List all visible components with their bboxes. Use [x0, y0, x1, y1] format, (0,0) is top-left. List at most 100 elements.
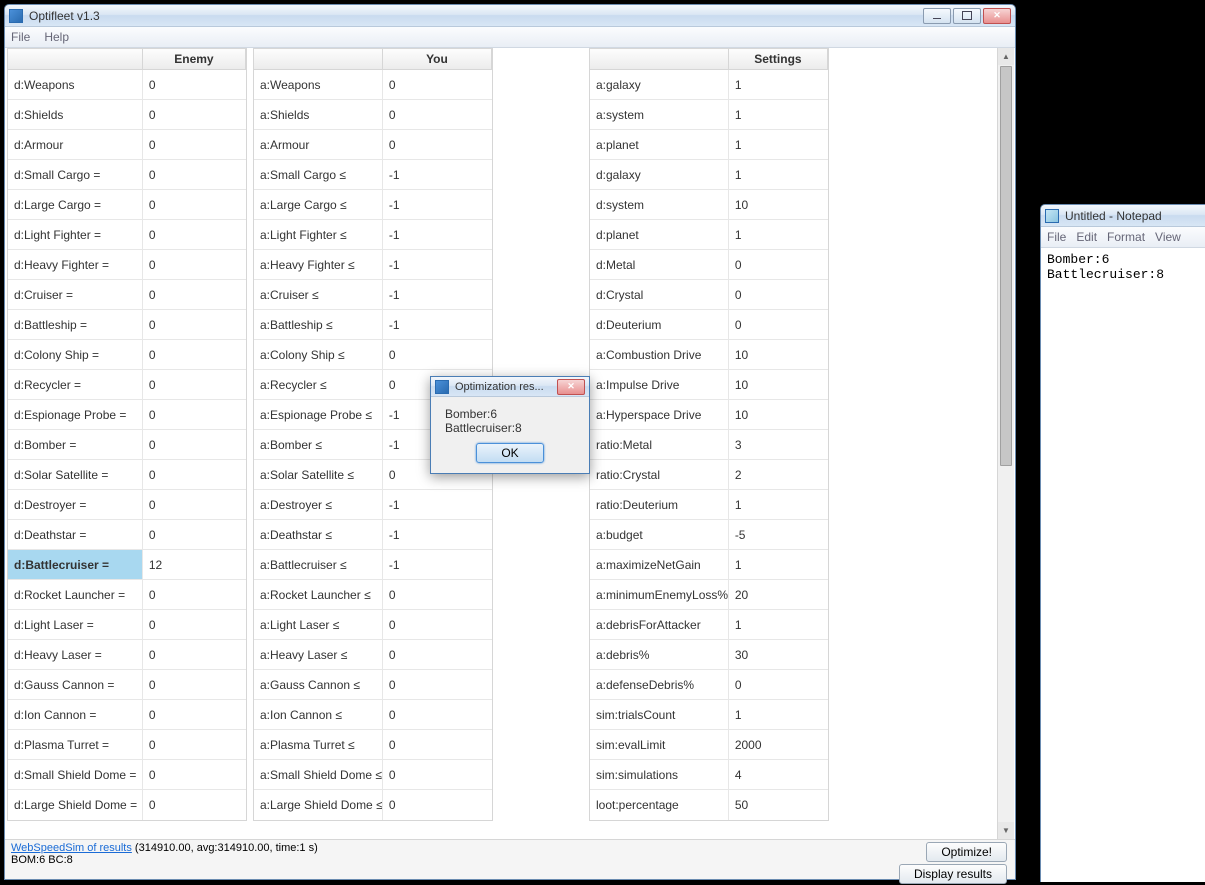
table-row[interactable]: d:Bomber =0	[8, 430, 246, 460]
table-row[interactable]: d:Heavy Fighter =0	[8, 250, 246, 280]
cell-value[interactable]: 0	[729, 280, 828, 309]
cell-value[interactable]: 0	[143, 310, 246, 339]
cell-key[interactable]: a:Large Cargo ≤	[254, 190, 383, 219]
cell-value[interactable]: 0	[143, 220, 246, 249]
scroll-down-arrow[interactable]: ▼	[998, 822, 1014, 839]
cell-value[interactable]: 0	[143, 790, 246, 820]
cell-value[interactable]: 0	[143, 370, 246, 399]
notepad-menu-format[interactable]: Format	[1107, 230, 1145, 244]
cell-value[interactable]: 0	[383, 580, 492, 609]
cell-value[interactable]: 0	[143, 520, 246, 549]
cell-key[interactable]: loot:percentage	[590, 790, 729, 820]
maximize-button[interactable]	[953, 8, 981, 24]
table-row[interactable]: d:Light Fighter =0	[8, 220, 246, 250]
cell-key[interactable]: a:Hyperspace Drive	[590, 400, 729, 429]
cell-value[interactable]: 0	[143, 610, 246, 639]
table-row[interactable]: d:Espionage Probe =0	[8, 400, 246, 430]
cell-value[interactable]: 0	[383, 730, 492, 759]
minimize-button[interactable]	[923, 8, 951, 24]
optimize-button[interactable]: Optimize!	[926, 842, 1007, 862]
cell-key[interactable]: a:Battlecruiser ≤	[254, 550, 383, 579]
display-results-button[interactable]: Display results	[899, 864, 1007, 884]
table-row[interactable]: d:Large Cargo =0	[8, 190, 246, 220]
cell-value[interactable]: 10	[729, 400, 828, 429]
cell-key[interactable]: a:Espionage Probe ≤	[254, 400, 383, 429]
table-row[interactable]: d:planet1	[590, 220, 828, 250]
cell-value[interactable]: 1	[729, 130, 828, 159]
table-row[interactable]: a:Deathstar ≤-1	[254, 520, 492, 550]
cell-value[interactable]: 10	[729, 370, 828, 399]
cell-key[interactable]: a:Destroyer ≤	[254, 490, 383, 519]
cell-key[interactable]: d:planet	[590, 220, 729, 249]
titlebar[interactable]: Optifleet v1.3	[5, 5, 1015, 27]
cell-key[interactable]: d:Plasma Turret =	[8, 730, 143, 759]
enemy-col-key[interactable]	[8, 49, 143, 69]
cell-value[interactable]: 0	[143, 430, 246, 459]
cell-value[interactable]: 0	[143, 250, 246, 279]
cell-key[interactable]: d:Small Shield Dome =	[8, 760, 143, 789]
cell-key[interactable]: sim:evalLimit	[590, 730, 729, 759]
cell-key[interactable]: d:Heavy Laser =	[8, 640, 143, 669]
cell-key[interactable]: a:Combustion Drive	[590, 340, 729, 369]
cell-key[interactable]: a:Small Cargo ≤	[254, 160, 383, 189]
cell-key[interactable]: d:galaxy	[590, 160, 729, 189]
table-row[interactable]: d:Recycler =0	[8, 370, 246, 400]
table-row[interactable]: d:Plasma Turret =0	[8, 730, 246, 760]
table-row[interactable]: a:galaxy1	[590, 70, 828, 100]
cell-value[interactable]: 0	[143, 280, 246, 309]
table-row[interactable]: d:Cruiser =0	[8, 280, 246, 310]
table-row[interactable]: a:budget-5	[590, 520, 828, 550]
cell-key[interactable]: a:defenseDebris%	[590, 670, 729, 699]
cell-key[interactable]: d:Large Shield Dome =	[8, 790, 143, 820]
table-row[interactable]: d:galaxy1	[590, 160, 828, 190]
cell-key[interactable]: a:Battleship ≤	[254, 310, 383, 339]
table-row[interactable]: ratio:Deuterium1	[590, 490, 828, 520]
scroll-thumb[interactable]	[1000, 66, 1012, 466]
table-row[interactable]: sim:evalLimit2000	[590, 730, 828, 760]
cell-value[interactable]: 1	[729, 550, 828, 579]
cell-key[interactable]: a:system	[590, 100, 729, 129]
table-row[interactable]: a:minimumEnemyLoss%20	[590, 580, 828, 610]
table-row[interactable]: a:planet1	[590, 130, 828, 160]
cell-key[interactable]: a:Light Fighter ≤	[254, 220, 383, 249]
cell-key[interactable]: d:Recycler =	[8, 370, 143, 399]
cell-key[interactable]: a:Impulse Drive	[590, 370, 729, 399]
cell-key[interactable]: a:maximizeNetGain	[590, 550, 729, 579]
enemy-col-header[interactable]: Enemy	[143, 49, 246, 69]
cell-value[interactable]: 1	[729, 100, 828, 129]
table-row[interactable]: d:Solar Satellite =0	[8, 460, 246, 490]
cell-value[interactable]: 0	[143, 130, 246, 159]
cell-value[interactable]: 10	[729, 190, 828, 219]
cell-value[interactable]: 1	[729, 700, 828, 729]
table-row[interactable]: a:defenseDebris%0	[590, 670, 828, 700]
cell-key[interactable]: a:debris%	[590, 640, 729, 669]
cell-key[interactable]: a:Ion Cannon ≤	[254, 700, 383, 729]
table-row[interactable]: d:Deuterium0	[590, 310, 828, 340]
table-row[interactable]: a:Shields0	[254, 100, 492, 130]
table-row[interactable]: d:Crystal0	[590, 280, 828, 310]
table-row[interactable]: d:Small Shield Dome =0	[8, 760, 246, 790]
cell-key[interactable]: a:budget	[590, 520, 729, 549]
cell-key[interactable]: d:Destroyer =	[8, 490, 143, 519]
table-row[interactable]: a:Heavy Fighter ≤-1	[254, 250, 492, 280]
cell-value[interactable]: 12	[143, 550, 246, 579]
cell-value[interactable]: 0	[383, 610, 492, 639]
scroll-up-arrow[interactable]: ▲	[998, 48, 1014, 65]
cell-key[interactable]: d:Deuterium	[590, 310, 729, 339]
table-row[interactable]: a:Large Shield Dome ≤0	[254, 790, 492, 820]
cell-key[interactable]: a:galaxy	[590, 70, 729, 99]
notepad-menu-edit[interactable]: Edit	[1076, 230, 1097, 244]
table-row[interactable]: a:Large Cargo ≤-1	[254, 190, 492, 220]
cell-value[interactable]: 1	[729, 160, 828, 189]
notepad-titlebar[interactable]: Untitled - Notepad	[1041, 205, 1205, 227]
cell-key[interactable]: d:Small Cargo =	[8, 160, 143, 189]
table-row[interactable]: a:Light Fighter ≤-1	[254, 220, 492, 250]
cell-key[interactable]: d:Light Fighter =	[8, 220, 143, 249]
cell-key[interactable]: a:Bomber ≤	[254, 430, 383, 459]
you-col-key[interactable]	[254, 49, 383, 69]
notepad-menu-view[interactable]: View	[1155, 230, 1181, 244]
table-row[interactable]: a:Hyperspace Drive10	[590, 400, 828, 430]
cell-value[interactable]: 0	[143, 160, 246, 189]
cell-key[interactable]: d:Large Cargo =	[8, 190, 143, 219]
cell-key[interactable]: a:debrisForAttacker	[590, 610, 729, 639]
